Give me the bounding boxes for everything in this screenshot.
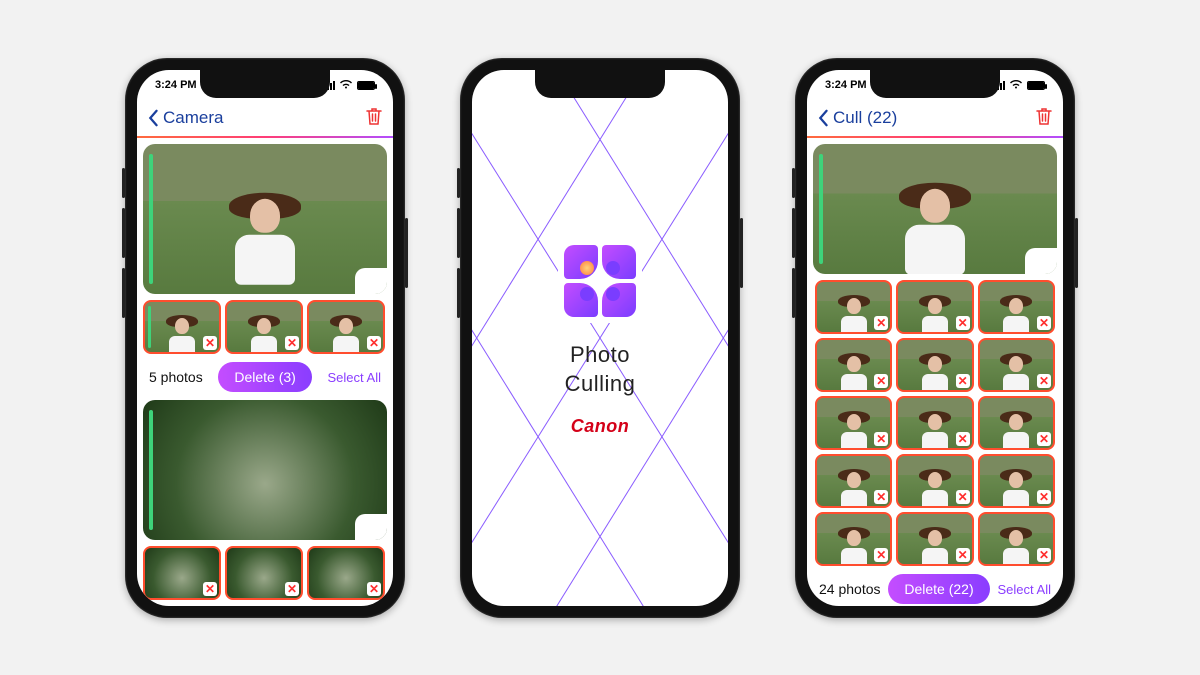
navbar: Camera: [137, 100, 393, 136]
remove-icon[interactable]: ✕: [1037, 432, 1051, 446]
thumbnail[interactable]: ✕: [978, 280, 1055, 334]
hero-photo[interactable]: [143, 144, 387, 294]
phone-splash: Photo Culling Canon: [460, 58, 740, 618]
app-name: Photo Culling: [565, 341, 636, 398]
thumbnail-row: ✕ ✕ ✕: [143, 300, 387, 354]
thumbnail[interactable]: ✕: [815, 396, 892, 450]
thumbnail[interactable]: ✕: [307, 300, 385, 354]
remove-icon[interactable]: ✕: [874, 490, 888, 504]
phone-camera-groups: 3:24 PM Camera ✕: [125, 58, 405, 618]
remove-icon[interactable]: ✕: [956, 316, 970, 330]
thumbnail[interactable]: ✕: [978, 512, 1055, 566]
thumbnail[interactable]: ✕: [815, 338, 892, 392]
remove-icon[interactable]: ✕: [1037, 548, 1051, 562]
thumbnail[interactable]: ✕: [978, 396, 1055, 450]
thumbnail[interactable]: ✕: [896, 512, 973, 566]
thumbnail[interactable]: ✕: [307, 546, 385, 600]
notch: [870, 70, 1000, 98]
remove-icon[interactable]: ✕: [956, 432, 970, 446]
remove-icon[interactable]: ✕: [874, 548, 888, 562]
remove-icon[interactable]: ✕: [285, 582, 299, 596]
action-row: 4 photos Delete (3) Select All: [143, 604, 387, 606]
thumbnail[interactable]: ✕: [225, 546, 303, 600]
thumbnail[interactable]: ✕: [143, 300, 221, 354]
rating-bar: [149, 410, 153, 530]
thumbnail[interactable]: ✕: [896, 338, 973, 392]
thumbnail[interactable]: ✕: [143, 546, 221, 600]
notch: [200, 70, 330, 98]
hero-photo[interactable]: [143, 400, 387, 540]
thumbnail[interactable]: ✕: [815, 512, 892, 566]
back-button[interactable]: Camera: [147, 108, 223, 128]
remove-icon[interactable]: ✕: [874, 316, 888, 330]
remove-icon[interactable]: ✕: [285, 336, 299, 350]
thumbnail[interactable]: ✕: [225, 300, 303, 354]
hero-photo[interactable]: [813, 144, 1057, 274]
remove-icon[interactable]: ✕: [956, 548, 970, 562]
thumbnail[interactable]: ✕: [896, 396, 973, 450]
back-label: Camera: [163, 108, 223, 128]
rating-bar: [149, 154, 153, 284]
battery-icon: [1027, 81, 1045, 90]
thumbnail-row: ✕ ✕ ✕: [143, 546, 387, 600]
remove-icon[interactable]: ✕: [1037, 374, 1051, 388]
remove-icon[interactable]: ✕: [203, 582, 217, 596]
delete-icon[interactable]: [1035, 106, 1053, 131]
thumbnail[interactable]: ✕: [815, 454, 892, 508]
wifi-icon: [339, 79, 353, 92]
app-logo-icon: [558, 239, 642, 323]
delete-button[interactable]: Delete (22): [888, 574, 989, 604]
brand-logo: Canon: [571, 416, 630, 437]
wifi-icon: [1009, 79, 1023, 92]
action-row: 5 photos Delete (3) Select All: [143, 358, 387, 400]
thumbnail[interactable]: ✕: [978, 338, 1055, 392]
remove-icon[interactable]: ✕: [874, 374, 888, 388]
thumbnail[interactable]: ✕: [896, 280, 973, 334]
action-row: 24 photos Delete (22) Select All: [813, 566, 1057, 606]
chevron-left-icon: [817, 109, 829, 127]
delete-button[interactable]: Delete (3): [218, 362, 311, 392]
remove-icon[interactable]: ✕: [956, 490, 970, 504]
navbar: Cull (22): [807, 100, 1063, 136]
remove-icon[interactable]: ✕: [367, 336, 381, 350]
remove-icon[interactable]: ✕: [956, 374, 970, 388]
select-all-link[interactable]: Select All: [328, 370, 381, 385]
thumbnail[interactable]: ✕: [978, 454, 1055, 508]
thumbnail[interactable]: ✕: [896, 454, 973, 508]
remove-icon[interactable]: ✕: [367, 582, 381, 596]
remove-icon[interactable]: ✕: [1037, 316, 1051, 330]
delete-icon[interactable]: [365, 106, 383, 131]
status-time: 3:24 PM: [155, 79, 197, 91]
battery-icon: [357, 81, 375, 90]
phone-cull-grid: 3:24 PM Cull (22) ✕ ✕ ✕ ✕ ✕ ✕ ✕ ✕ ✕ ✕ ✕ ✕ ✕ ✕ ✕: [795, 58, 1075, 618]
notch: [535, 70, 665, 98]
photo-count: 5 photos: [149, 369, 203, 385]
chevron-left-icon: [147, 109, 159, 127]
rating-bar: [819, 154, 823, 264]
thumbnail-grid: ✕ ✕ ✕ ✕ ✕ ✕ ✕ ✕ ✕ ✕ ✕ ✕ ✕ ✕ ✕: [813, 280, 1057, 566]
select-all-link[interactable]: Select All: [998, 582, 1051, 597]
remove-icon[interactable]: ✕: [874, 432, 888, 446]
thumbnail[interactable]: ✕: [815, 280, 892, 334]
photo-count: 24 photos: [819, 581, 881, 597]
status-time: 3:24 PM: [825, 79, 867, 91]
remove-icon[interactable]: ✕: [203, 336, 217, 350]
remove-icon[interactable]: ✕: [1037, 490, 1051, 504]
back-label: Cull (22): [833, 108, 897, 128]
back-button[interactable]: Cull (22): [817, 108, 897, 128]
